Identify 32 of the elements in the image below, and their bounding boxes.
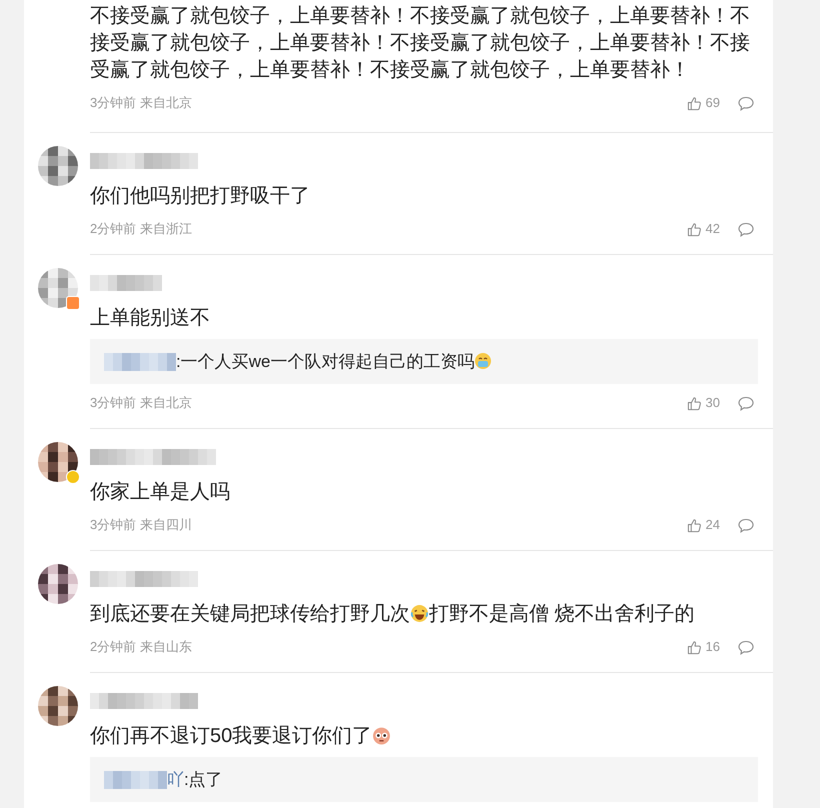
reply-text: :一个人买we一个队对得起自己的工资吗	[176, 348, 492, 374]
comment-meta: 3分钟前 来自北京	[90, 94, 192, 112]
like-count: 16	[706, 638, 720, 656]
reply-author[interactable]: 吖	[167, 766, 184, 792]
comment-meta: 3分钟前 来自四川	[90, 516, 192, 534]
thumbs-up-icon[interactable]	[686, 640, 702, 654]
comment-icon[interactable]	[738, 96, 754, 110]
comment-text: 到底还要在关键局把球传给打野几次 打野不是高僧 烧不出舍利子的	[90, 602, 696, 627]
thumbs-up-icon[interactable]	[686, 96, 702, 110]
comment-meta: 3分钟前 来自北京	[90, 394, 192, 412]
avatar[interactable]	[38, 442, 78, 482]
comment-text: 你家上单是人吗	[90, 480, 231, 505]
avatar[interactable]	[38, 564, 78, 604]
comment-text: 你们再不退订50我要退订你们了	[90, 723, 752, 750]
reply-text: :点了	[184, 768, 223, 791]
comment-text: 上单能别送不	[90, 306, 211, 331]
comment-text: 你们他吗别把打野吸干了	[90, 184, 311, 209]
like-count: 30	[706, 394, 720, 412]
like-count: 69	[706, 94, 720, 112]
comment-meta: 2分钟前 来自浙江	[90, 220, 192, 238]
comment-icon[interactable]	[738, 518, 754, 532]
thumbs-up-icon[interactable]	[686, 396, 702, 410]
like-count: 24	[706, 516, 720, 534]
comment-icon[interactable]	[738, 640, 754, 654]
avatar[interactable]	[38, 686, 78, 726]
like-count: 42	[706, 220, 720, 238]
thumbs-up-icon[interactable]	[686, 518, 702, 532]
comment-icon[interactable]	[738, 396, 754, 410]
comment-icon[interactable]	[738, 222, 754, 236]
thumbs-up-icon[interactable]	[686, 222, 702, 236]
comment-text: 不接受赢了就包饺子，上单要替补！不接受赢了就包饺子，上单要替补！不接受赢了就包饺子，上单要替补！不接受赢了就包饺子，上单要替补！不接受赢了就包饺子，上单要替补！不接受赢了就包饺子，上单要替补！	[90, 4, 751, 83]
comment-meta: 2分钟前 来自山东	[90, 638, 192, 656]
